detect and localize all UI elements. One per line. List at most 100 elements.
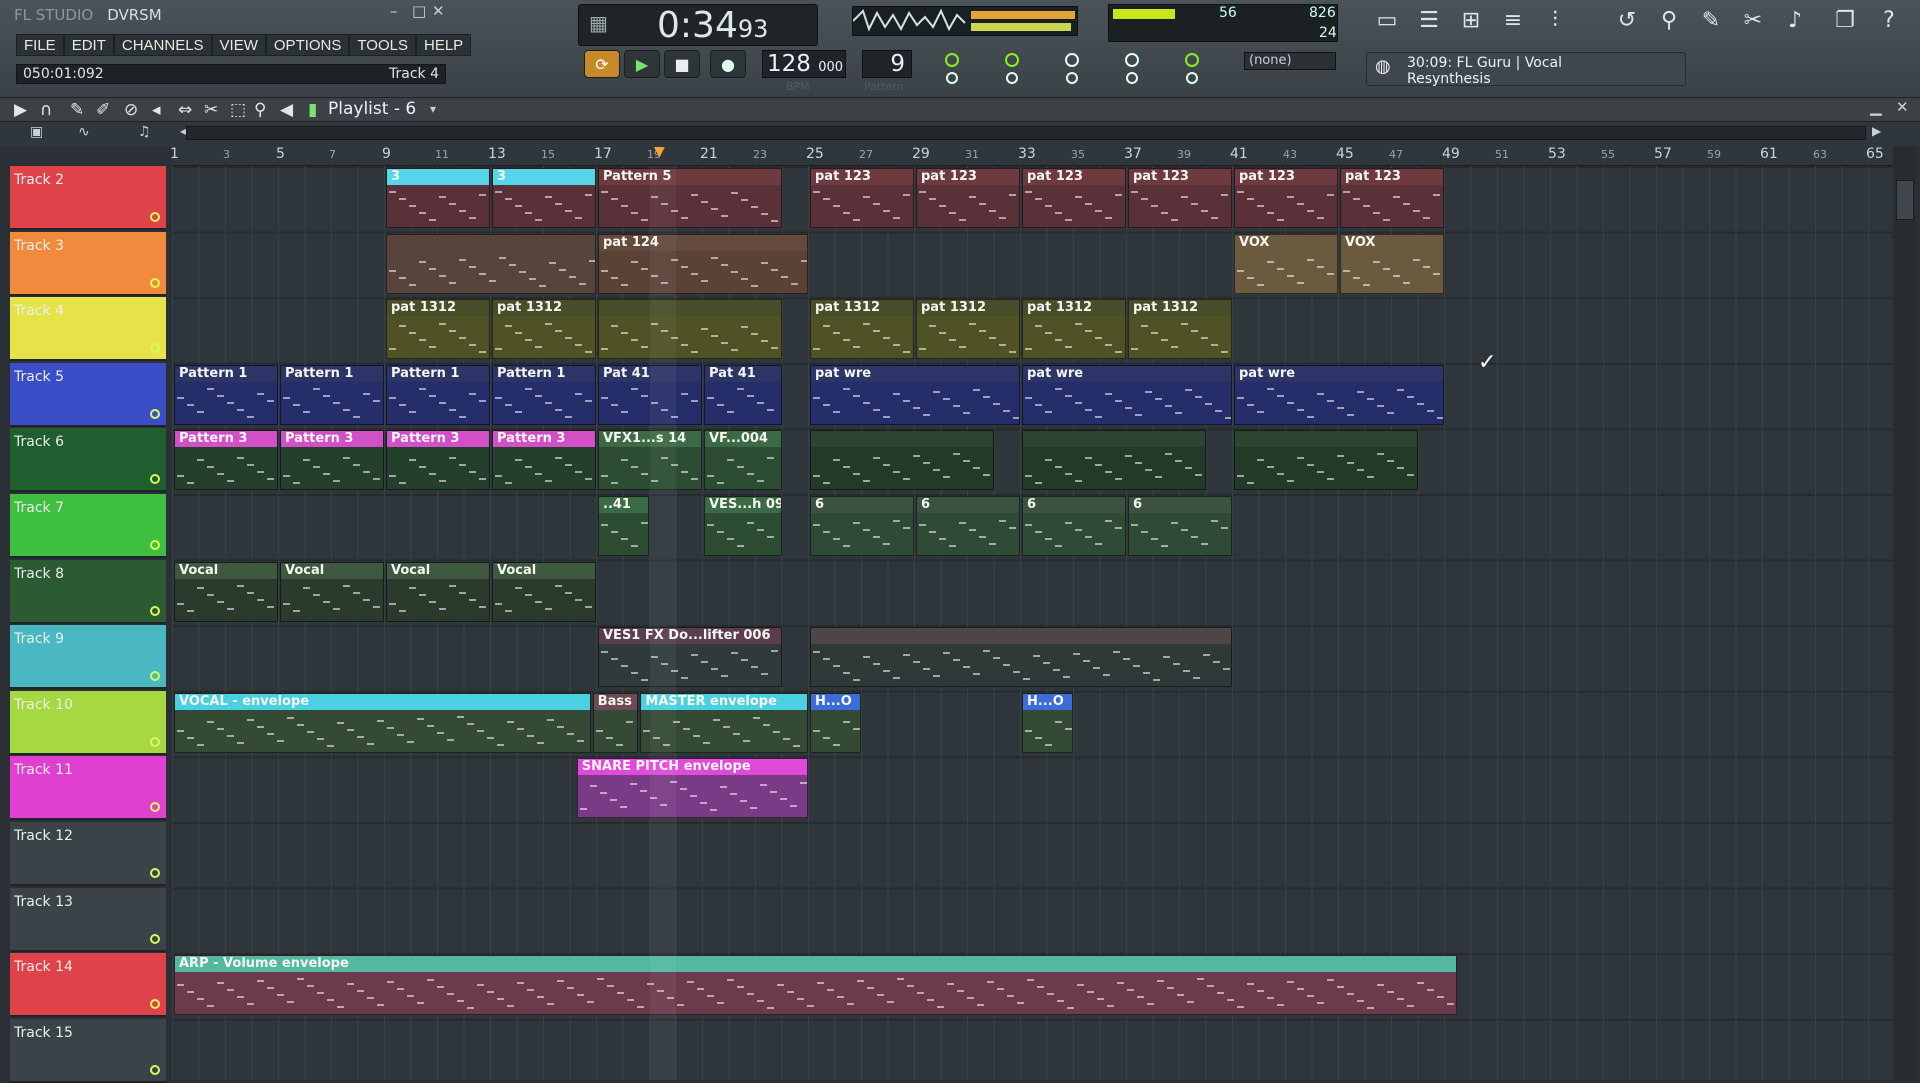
- playlist-clip[interactable]: 3: [492, 168, 596, 228]
- playlist-clip[interactable]: ARP - Volume envelope: [174, 955, 1458, 1016]
- zoom-tool-icon[interactable]: ⚲: [254, 100, 266, 120]
- playlist-clip[interactable]: 6: [810, 496, 914, 556]
- playhead-marker-icon[interactable]: ▼: [654, 144, 665, 160]
- track-active-indicator[interactable]: [150, 933, 160, 944]
- track-header[interactable]: Track 3: [10, 231, 166, 296]
- playlist-clip[interactable]: pat 1312: [386, 299, 490, 360]
- stop-button[interactable]: ■: [664, 50, 700, 78]
- playlist-clip[interactable]: VOCAL - envelope: [174, 692, 591, 753]
- playlist-clip[interactable]: pat 123: [1340, 168, 1444, 228]
- playlist-clip[interactable]: pat 123: [1022, 168, 1126, 228]
- vertical-scrollbar[interactable]: [1894, 146, 1916, 1080]
- playlist-clip[interactable]: Pattern 1: [280, 364, 384, 425]
- menu-edit[interactable]: EDIT: [63, 34, 114, 56]
- playlist-clip[interactable]: Pattern 3: [280, 430, 384, 491]
- track-active-indicator[interactable]: [150, 605, 160, 616]
- browser-icon[interactable]: ▭: [1372, 8, 1402, 36]
- playlist-clip[interactable]: ..41: [598, 496, 649, 556]
- magnet-icon[interactable]: ∩: [40, 100, 52, 120]
- track-header[interactable]: Track 14: [10, 953, 166, 1018]
- track-header[interactable]: Track 10: [10, 690, 166, 755]
- close-button[interactable]: ✕: [432, 2, 445, 20]
- playlist-clip[interactable]: pat 123: [1234, 168, 1338, 228]
- playlist-clip[interactable]: pat wre: [1234, 364, 1444, 425]
- playlist-clip[interactable]: Vocal: [386, 561, 490, 622]
- menu-view[interactable]: VIEW: [211, 34, 266, 56]
- playlist-clip[interactable]: [598, 299, 782, 360]
- track-active-indicator[interactable]: [150, 671, 160, 682]
- track-header[interactable]: Track 6: [10, 428, 166, 493]
- play-button[interactable]: ▶: [624, 50, 660, 78]
- playlist-clip[interactable]: [1022, 430, 1206, 491]
- track-header[interactable]: Track 15: [10, 1018, 166, 1083]
- track-header[interactable]: Track 9: [10, 625, 166, 690]
- playlist-clip[interactable]: VF...004: [704, 430, 782, 491]
- playlist-clip[interactable]: pat wre: [1022, 364, 1232, 425]
- track-active-indicator[interactable]: [150, 1064, 160, 1075]
- menu-channels[interactable]: CHANNELS: [113, 34, 212, 56]
- playlist-clip[interactable]: [1234, 430, 1418, 491]
- note-icon[interactable]: ♫: [138, 124, 151, 140]
- plugin-picker-icon[interactable]: ⚲: [1654, 8, 1684, 36]
- timeline-ruler[interactable]: 1 5 9 13 17 21 25 29 33 37 41 45 49 53 57 61 65 3 7 11 15 19 2…: [170, 146, 1892, 166]
- playlist-clip[interactable]: Pattern 1: [174, 364, 278, 425]
- paint-tool-icon[interactable]: ✐: [96, 100, 110, 120]
- track-header[interactable]: Track 12: [10, 822, 166, 886]
- tempo-display[interactable]: 128 000: [762, 50, 846, 78]
- playlist-clip[interactable]: pat 123: [1128, 168, 1232, 228]
- track-header[interactable]: Track 13: [10, 887, 166, 952]
- playlist-clip[interactable]: [386, 233, 596, 294]
- help-icon[interactable]: ?: [1874, 8, 1904, 36]
- playlist-clip[interactable]: VES1 FX Do...lifter 006: [598, 627, 782, 688]
- mute-tool-icon[interactable]: ◂: [152, 100, 161, 120]
- pattern-picker-icon[interactable]: ▣: [30, 124, 43, 140]
- track-header[interactable]: Track 5: [10, 362, 166, 427]
- tools-icon[interactable]: ✂: [1738, 8, 1768, 36]
- track-active-indicator[interactable]: [150, 212, 160, 222]
- pattern-selector[interactable]: 9: [862, 50, 912, 78]
- automation-icon[interactable]: ∿: [78, 124, 90, 140]
- draw-tool-icon[interactable]: ✎: [70, 100, 84, 120]
- playlist-clip[interactable]: pat 1312: [492, 299, 596, 360]
- playlist-clip[interactable]: [810, 627, 1232, 688]
- track-active-indicator[interactable]: [150, 474, 160, 485]
- track-active-indicator[interactable]: [150, 540, 160, 550]
- playlist-clip[interactable]: Pattern 3: [492, 430, 596, 491]
- playlist-clip[interactable]: pat 1312: [916, 299, 1020, 360]
- track-header[interactable]: Track 4: [10, 297, 166, 362]
- playlist-clip[interactable]: Vocal: [174, 561, 278, 622]
- news-panel[interactable]: ◍ 30:09: FL Guru | Vocal Resynthesis: [1366, 52, 1686, 87]
- track-active-indicator[interactable]: [150, 343, 160, 354]
- track-header[interactable]: Track 7: [10, 494, 166, 558]
- menu-file[interactable]: FILE: [16, 34, 64, 56]
- horizontal-scrollbar[interactable]: [186, 126, 1866, 140]
- playlist-clip[interactable]: H...O: [810, 692, 861, 753]
- edison-icon[interactable]: ✎: [1696, 8, 1726, 36]
- undo-icon[interactable]: ↺: [1612, 8, 1642, 36]
- playlist-clip[interactable]: Pattern 1: [386, 364, 490, 425]
- slip-tool-icon[interactable]: ⇔: [178, 100, 192, 120]
- playlist-clip[interactable]: [810, 430, 994, 491]
- playlist-clip[interactable]: pat 123: [810, 168, 914, 228]
- playback-tool-icon[interactable]: ◀: [280, 100, 293, 120]
- playlist-clip[interactable]: Vocal: [280, 561, 384, 622]
- menu-help[interactable]: HELP: [415, 34, 472, 56]
- track-header[interactable]: Track 2: [10, 166, 166, 230]
- playlist-grid[interactable]: 3 3 Pattern 5 pat 123 pat 123 pat 123 pat 123 p…: [172, 166, 1892, 1080]
- global-snap-toolbar[interactable]: [936, 50, 1236, 86]
- playlist-clip[interactable]: Pattern 3: [174, 430, 278, 491]
- playlist-clip[interactable]: Pattern 1: [492, 364, 596, 425]
- track-active-indicator[interactable]: [150, 868, 160, 878]
- close-playlist-icon[interactable]: ✕: [1896, 98, 1909, 116]
- select-tool-icon[interactable]: ⬚: [230, 100, 246, 120]
- playlist-clip[interactable]: Pattern 3: [386, 430, 490, 491]
- playlist-clip[interactable]: pat 1312: [810, 299, 914, 360]
- playlist-clip[interactable]: Pat 41: [704, 364, 782, 425]
- playlist-title[interactable]: Playlist - 6: [328, 99, 416, 119]
- playlist-clip[interactable]: pat wre: [810, 364, 1020, 425]
- playlist-clip[interactable]: SNARE PITCH envelope: [576, 758, 808, 819]
- maximize-button[interactable]: □: [412, 2, 426, 20]
- track-active-indicator[interactable]: [150, 736, 160, 747]
- song-time-display[interactable]: ▦ 0:3493: [578, 4, 818, 46]
- track-active-indicator[interactable]: [150, 999, 160, 1010]
